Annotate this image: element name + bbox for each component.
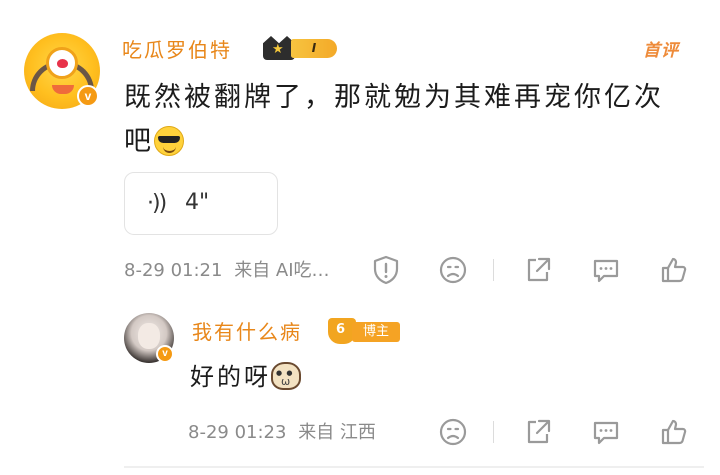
comment-text: 既然被翻牌了，那就勉为其难再宠你亿次吧 xyxy=(124,76,684,164)
thumb-up-icon[interactable] xyxy=(658,254,690,286)
reply-time: 8-29 01:23 xyxy=(188,422,287,443)
voice-message-button[interactable]: ·)) 4" xyxy=(124,172,278,235)
blogger-badge-label: 博主 xyxy=(352,322,400,342)
blogger-badge: 博主 xyxy=(328,318,402,344)
separator-line xyxy=(124,466,704,468)
comment-thread: v 吃瓜罗伯特 I 首评 既然被翻牌了，那就勉为其难再宠你亿次吧 ·)) 4" … xyxy=(0,0,720,475)
avatar-eye xyxy=(46,47,78,79)
fan-level-label: I xyxy=(291,39,337,58)
comment-source: 来自 AI吃… xyxy=(234,260,330,281)
voice-wave-icon: ·)) xyxy=(147,191,167,216)
share-icon[interactable] xyxy=(522,254,554,286)
warning-shield-icon[interactable] xyxy=(370,254,402,286)
frown-face-icon[interactable] xyxy=(437,416,469,448)
reply-source: 来自 江西 xyxy=(298,422,376,443)
comment-icon[interactable] xyxy=(590,416,622,448)
comment-time: 8-29 01:21 xyxy=(124,260,223,281)
comment-username[interactable]: 吃瓜罗伯特 xyxy=(122,34,232,63)
reply-text: 好的呀 xyxy=(190,357,301,392)
thumb-up-icon[interactable] xyxy=(658,416,690,448)
avatar-mouth xyxy=(52,85,74,94)
comment-meta: 8-29 01:21 来自 AI吃… xyxy=(124,256,330,286)
verified-badge-icon: v xyxy=(77,85,99,107)
divider xyxy=(493,259,494,281)
divider xyxy=(493,421,494,443)
avatar[interactable]: v xyxy=(24,33,100,109)
comment-text-content: 既然被翻牌了，那就勉为其难再宠你亿次吧 xyxy=(124,82,664,157)
share-icon[interactable] xyxy=(522,416,554,448)
comment-icon[interactable] xyxy=(590,254,622,286)
avatar-face xyxy=(138,323,160,349)
fan-level-badge[interactable]: I xyxy=(263,36,339,60)
voice-duration: 4" xyxy=(185,190,210,215)
cool-sunglasses-emoji-icon xyxy=(154,126,184,156)
reply-username[interactable]: 我有什么病 xyxy=(192,316,302,345)
first-comment-tag: 首评 xyxy=(643,41,679,61)
verified-badge-icon: v xyxy=(156,345,174,363)
cat-emoji-icon xyxy=(271,362,301,390)
reply-meta: 8-29 01:23 来自 江西 xyxy=(188,418,376,448)
frown-face-icon[interactable] xyxy=(437,254,469,286)
reply-text-content: 好的呀 xyxy=(190,363,271,391)
reply-avatar[interactable]: v xyxy=(124,313,174,363)
